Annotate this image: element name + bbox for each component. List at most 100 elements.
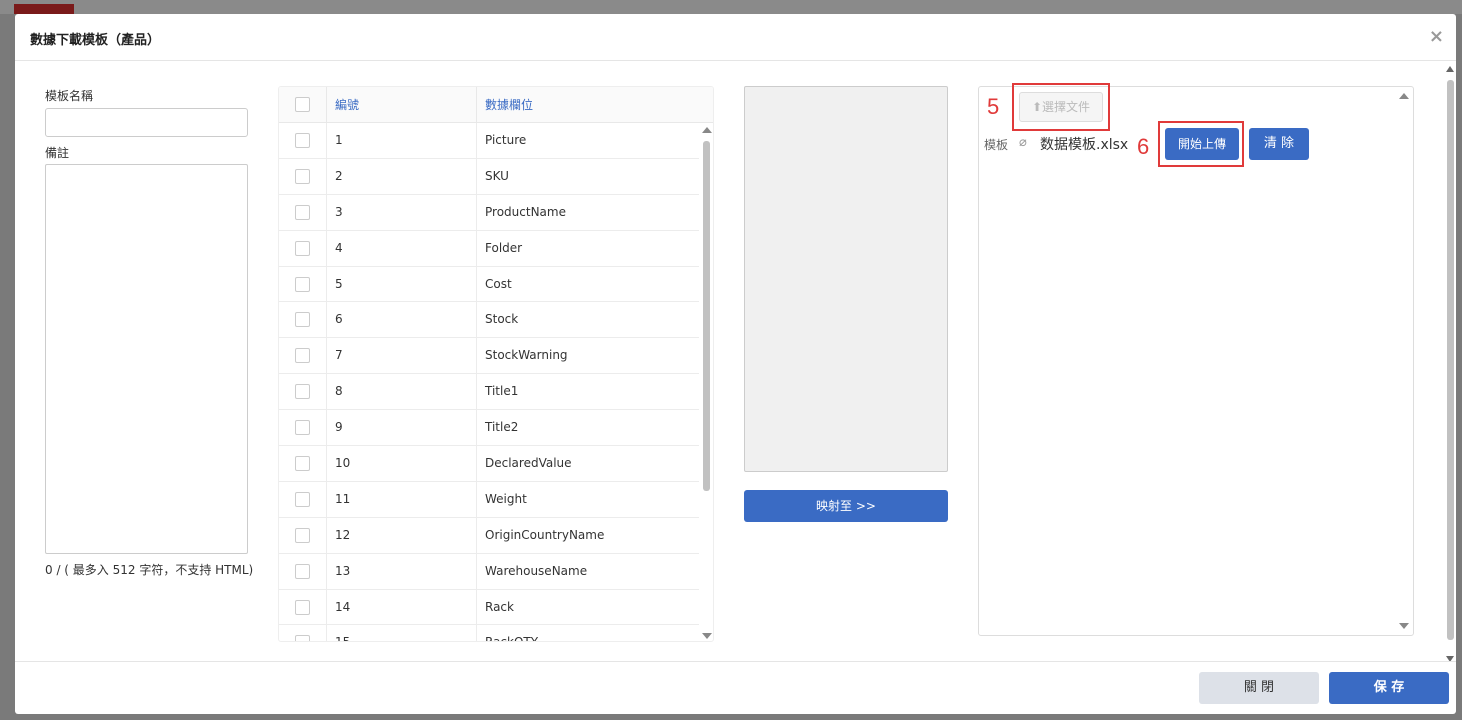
header-id[interactable]: 編號 (326, 87, 476, 123)
row-field: RackQTY (485, 625, 538, 641)
modal-scroll-thumb[interactable] (1447, 80, 1454, 640)
table-row[interactable]: 1 Picture (279, 123, 699, 159)
row-id: 10 (335, 456, 351, 471)
row-id: 5 (335, 276, 343, 291)
row-id: 15 (335, 625, 350, 641)
scroll-down-arrow-icon[interactable] (702, 633, 712, 639)
background-page (0, 0, 1462, 14)
row-id: 8 (335, 384, 343, 399)
row-id: 12 (335, 527, 351, 542)
row-id: 6 (335, 312, 343, 327)
row-checkbox[interactable] (295, 384, 310, 400)
row-checkbox[interactable] (295, 599, 310, 615)
row-field: StockWarning (485, 348, 568, 363)
remark-label: 備註 (45, 146, 70, 160)
row-field: OriginCountryName (485, 527, 605, 542)
save-button[interactable]: 保 存 (1329, 672, 1449, 704)
clear-button[interactable]: 清 除 (1249, 128, 1309, 160)
upload-icon: ⬆ (1031, 100, 1043, 114)
modal-footer: 關 閉 保 存 (15, 661, 1456, 714)
row-checkbox[interactable] (295, 168, 310, 184)
row-field: Folder (485, 240, 523, 255)
row-id: 9 (335, 420, 343, 435)
template-name-input[interactable] (45, 108, 248, 137)
paperclip-icon: ⌀ (1019, 135, 1027, 150)
panel-scroll-down-icon[interactable] (1399, 623, 1409, 629)
scroll-thumb[interactable] (703, 141, 710, 491)
row-id: 11 (335, 491, 351, 506)
row-field: SKU (485, 168, 509, 183)
template-label: 模板 (984, 138, 1009, 152)
table-row[interactable]: 14 Rack (279, 589, 699, 626)
row-checkbox[interactable] (295, 563, 310, 579)
close-button[interactable]: 關 閉 (1199, 672, 1319, 704)
row-checkbox[interactable] (295, 456, 310, 472)
table-row[interactable]: 4 Folder (279, 230, 699, 267)
row-checkbox[interactable] (295, 491, 310, 507)
map-to-button[interactable]: 映射至 >> (744, 490, 948, 522)
table-scrollbar[interactable] (699, 123, 713, 641)
table-header: 編號 數據欄位 (279, 87, 713, 123)
table-row[interactable]: 6 Stock (279, 302, 699, 339)
row-checkbox[interactable] (295, 204, 310, 220)
row-checkbox[interactable] (295, 312, 310, 328)
modal-scroll-up-icon[interactable] (1446, 66, 1454, 72)
field-table: 編號 數據欄位 1 Picture 2 SKU 3 ProductName 4 Folder 5… (278, 86, 714, 642)
row-checkbox[interactable] (295, 240, 310, 256)
table-row[interactable]: 13 WarehouseName (279, 553, 699, 590)
upload-panel (978, 86, 1414, 636)
annotation-6: 6 (1137, 134, 1150, 159)
row-field: Stock (485, 312, 519, 327)
table-row[interactable]: 12 OriginCountryName (279, 517, 699, 554)
row-checkbox[interactable] (295, 420, 310, 436)
row-checkbox[interactable] (295, 527, 310, 543)
row-field: Weight (485, 491, 527, 506)
table-row[interactable]: 11 Weight (279, 481, 699, 518)
select-file-label: 選擇文件 (1042, 100, 1091, 114)
file-name[interactable]: 数据模板.xlsx (1040, 134, 1128, 154)
row-id: 13 (335, 563, 351, 578)
row-field: DeclaredValue (485, 456, 572, 471)
scroll-up-arrow-icon[interactable] (702, 127, 712, 133)
start-upload-button[interactable]: 開始上傳 (1165, 128, 1239, 160)
annotation-5: 5 (987, 94, 1000, 119)
modal-header: 數據下載模板（產品） × (15, 14, 1456, 61)
row-checkbox[interactable] (295, 276, 310, 292)
table-row[interactable]: 2 SKU (279, 158, 699, 195)
row-checkbox[interactable] (295, 133, 310, 148)
modal-title: 數據下載模板（產品） (30, 33, 161, 48)
select-all-checkbox[interactable] (295, 97, 310, 112)
table-row[interactable]: 10 DeclaredValue (279, 446, 699, 482)
row-id: 2 (335, 168, 343, 183)
row-field: Title2 (485, 420, 519, 435)
table-row[interactable]: 7 StockWarning (279, 338, 699, 375)
row-checkbox[interactable] (295, 348, 310, 364)
row-field: Cost (485, 276, 512, 291)
row-checkbox[interactable] (295, 635, 310, 641)
char-count: 0 / ( 最多入 512 字符，不支持 HTML) (45, 563, 254, 577)
select-file-button[interactable]: ⬆選擇文件 (1019, 92, 1103, 122)
row-id: 4 (335, 240, 343, 255)
remark-textarea[interactable] (45, 164, 248, 554)
table-row[interactable]: 9 Title2 (279, 410, 699, 447)
mapping-textarea[interactable] (744, 86, 948, 472)
row-field: Picture (485, 133, 527, 147)
table-row[interactable]: 15 RackQTY (279, 625, 699, 641)
table-row[interactable]: 8 Title1 (279, 374, 699, 411)
background-logo (14, 4, 74, 14)
row-id: 14 (335, 599, 351, 614)
table-row[interactable]: 5 Cost (279, 266, 699, 303)
table-row[interactable]: 3 ProductName (279, 194, 699, 231)
modal-scrollbar[interactable] (1445, 64, 1456, 664)
template-modal: 數據下載模板（產品） × 模板名稱 備註 0 / ( 最多入 512 字符，不支… (15, 14, 1456, 714)
header-field[interactable]: 數據欄位 (476, 87, 713, 123)
row-id: 1 (335, 133, 343, 147)
row-id: 3 (335, 204, 343, 219)
row-field: Rack (485, 599, 514, 614)
row-id: 7 (335, 348, 343, 363)
template-name-label: 模板名稱 (45, 89, 94, 103)
close-icon[interactable]: × (1429, 26, 1444, 47)
panel-scroll-up-icon[interactable] (1399, 93, 1409, 99)
row-field: Title1 (485, 384, 519, 399)
row-field: WarehouseName (485, 563, 588, 578)
